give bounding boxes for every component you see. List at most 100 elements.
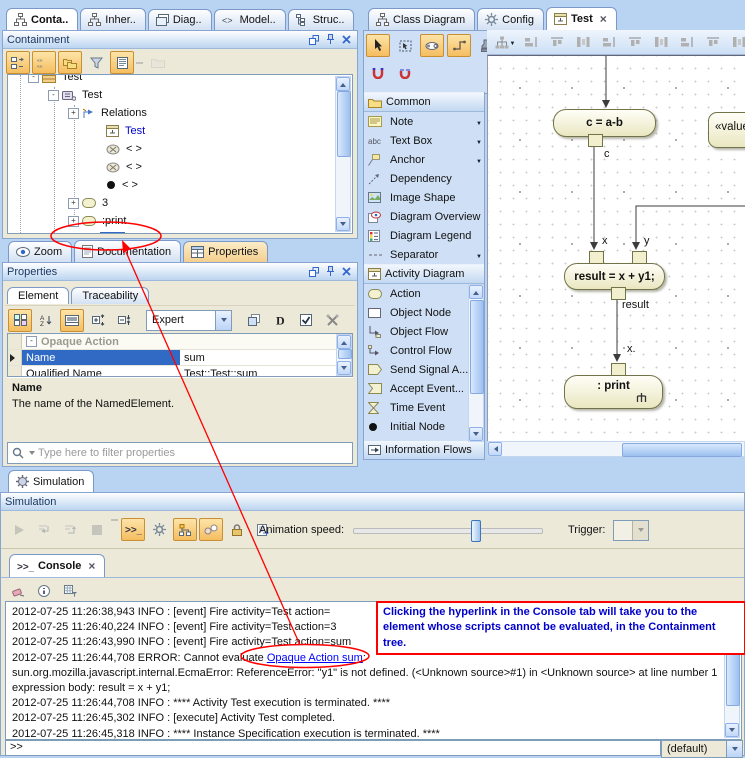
action-node-c[interactable]: c = a-b <box>553 109 656 137</box>
close-icon[interactable] <box>600 12 607 26</box>
copy-button[interactable] <box>242 309 266 332</box>
tab-test[interactable]: Test <box>546 7 617 30</box>
sort-alpha-button[interactable]: AZ <box>34 309 58 332</box>
palette-item-anchor[interactable]: Anchor <box>364 150 484 169</box>
tab-inher-[interactable]: Inher.. <box>80 8 146 30</box>
action-node-result[interactable]: result = x + y1; <box>564 263 665 290</box>
expand-all-button[interactable] <box>86 309 110 332</box>
tab-model-[interactable]: <>Model.. <box>214 9 286 30</box>
properties-table[interactable]: - Opaque Action Name sum Qualified Name … <box>7 333 353 377</box>
tree-item--print[interactable]: +:print <box>8 212 352 230</box>
palette-item-object-flow[interactable]: Object Flow <box>364 322 484 341</box>
output-pin-result[interactable] <box>611 287 626 300</box>
magnet-alt-button[interactable] <box>393 61 417 84</box>
filter-properties-input[interactable]: Type here to filter properties <box>7 442 353 464</box>
palette-item-dependency[interactable]: Dependency <box>364 169 484 188</box>
tree-item-relations[interactable]: +Relations <box>8 104 352 122</box>
tab-zoom[interactable]: Zoom <box>8 241 72 262</box>
palette-item-accept-event-[interactable]: Accept Event... <box>364 379 484 398</box>
property-row-qualified-name[interactable]: Qualified Name Test::Test::sum <box>8 366 352 377</box>
palette-item-diagram-legend[interactable]: Diagram Legend <box>364 226 484 245</box>
palette-item-control-flow[interactable]: Control Flow <box>364 341 484 360</box>
tab-console[interactable]: >>_ Console <box>9 554 105 577</box>
trigger-select[interactable] <box>613 520 649 541</box>
link-button[interactable] <box>420 34 444 57</box>
tree-item--[interactable]: < > <box>8 158 352 176</box>
info-button[interactable] <box>32 580 56 603</box>
magnet-button[interactable] <box>366 61 390 84</box>
filter-button[interactable] <box>84 51 108 74</box>
tree-item-test[interactable]: Test <box>8 122 352 140</box>
tree-scrollbar[interactable] <box>335 76 351 232</box>
value-specification-node[interactable]: «valueS <box>708 112 745 148</box>
tab-element[interactable]: Element <box>7 287 69 304</box>
distribute-vertical-button[interactable] <box>649 31 673 54</box>
input-pin-print[interactable] <box>611 363 626 376</box>
align-top-button[interactable] <box>623 31 647 54</box>
step-over-button[interactable] <box>59 518 83 541</box>
tab-struc-[interactable]: Struc.. <box>288 9 355 30</box>
tab-diag-[interactable]: Diag.. <box>148 9 212 30</box>
stop-button[interactable] <box>85 518 109 541</box>
align-left-button[interactable] <box>701 31 725 54</box>
tree-item--[interactable]: < > <box>8 176 352 194</box>
tree-item-3[interactable]: +3 <box>8 194 352 212</box>
expand-tree-button[interactable] <box>6 51 30 74</box>
collapse-icon[interactable]: - <box>26 336 37 347</box>
property-group-row[interactable]: - Opaque Action <box>8 334 352 350</box>
canvas-h-scrollbar[interactable] <box>487 441 745 457</box>
tree-item-sum[interactable]: +sum <box>8 230 352 234</box>
show-active-states-button[interactable] <box>173 518 197 541</box>
mode-select[interactable]: Expert <box>146 310 232 331</box>
options-button[interactable] <box>147 518 171 541</box>
tab-class-diagram[interactable]: Class Diagram <box>368 8 475 30</box>
tree-item--[interactable]: < > <box>8 140 352 158</box>
tree-item-test[interactable]: -Test <box>8 86 352 104</box>
palette-item-separator[interactable]: Separator <box>364 245 484 264</box>
palette-scrollbar[interactable] <box>468 284 484 442</box>
default-value-button[interactable]: D <box>268 309 292 332</box>
group-folders-button[interactable] <box>58 51 82 74</box>
output-pin[interactable] <box>588 134 603 147</box>
expand-icon[interactable]: + <box>68 198 79 209</box>
palette-item-time-event[interactable]: Time Event <box>364 398 484 417</box>
select-button[interactable] <box>366 34 390 57</box>
align-bottom-button[interactable] <box>727 31 745 54</box>
palette-item-send-signal-a-[interactable]: Send Signal A... <box>364 360 484 379</box>
console-profile-select[interactable]: (default) <box>661 740 743 758</box>
input-pin-y[interactable] <box>632 251 647 264</box>
open-folder-button[interactable] <box>146 51 170 74</box>
filter-columns-button[interactable] <box>58 580 82 603</box>
step-into-button[interactable] <box>33 518 57 541</box>
checkbox-button[interactable] <box>294 309 318 332</box>
marquee-button[interactable] <box>393 34 417 57</box>
palette-section-common[interactable]: Common <box>364 92 484 112</box>
palette-section-information-flows[interactable]: Information Flows <box>363 441 485 460</box>
collapse-icon[interactable]: - <box>28 74 39 83</box>
palette-item-object-node[interactable]: Object Node <box>364 303 484 322</box>
play-button[interactable] <box>7 518 31 541</box>
tab-config[interactable]: Config <box>477 8 544 30</box>
distribute-horizontal-button[interactable] <box>675 31 699 54</box>
animation-speed-slider[interactable] <box>353 528 543 534</box>
action-node-print[interactable]: : print <box>564 375 663 409</box>
tab-properties[interactable]: Properties <box>183 241 268 262</box>
palette-item-image-shape[interactable]: Image Shape <box>364 188 484 207</box>
input-pin-x[interactable] <box>589 251 604 264</box>
expand-icon[interactable]: + <box>68 216 79 227</box>
containment-tree[interactable]: -Test-Test+RelationsTest< >< >< >+3+:pri… <box>7 74 353 234</box>
property-row-name[interactable]: Name sum <box>8 350 352 366</box>
clear-button[interactable] <box>6 580 30 603</box>
snap-button[interactable] <box>571 31 595 54</box>
categorize-button[interactable] <box>8 309 32 332</box>
center-vertical-button[interactable] <box>545 31 569 54</box>
show-description-button[interactable] <box>60 309 84 332</box>
console-input[interactable]: >> <box>5 740 661 756</box>
diagram-canvas[interactable]: c x y result x. c = a-b «valueS result =… <box>487 55 745 442</box>
palette-item-action[interactable]: Action <box>364 284 484 303</box>
close-icon[interactable] <box>88 559 95 573</box>
quick-layout-button[interactable] <box>493 31 517 54</box>
customize-button[interactable] <box>320 309 344 332</box>
palette-section-activity-diagram[interactable]: Activity Diagram <box>364 264 484 284</box>
console-error-link[interactable]: Opaque Action sum <box>267 652 363 664</box>
